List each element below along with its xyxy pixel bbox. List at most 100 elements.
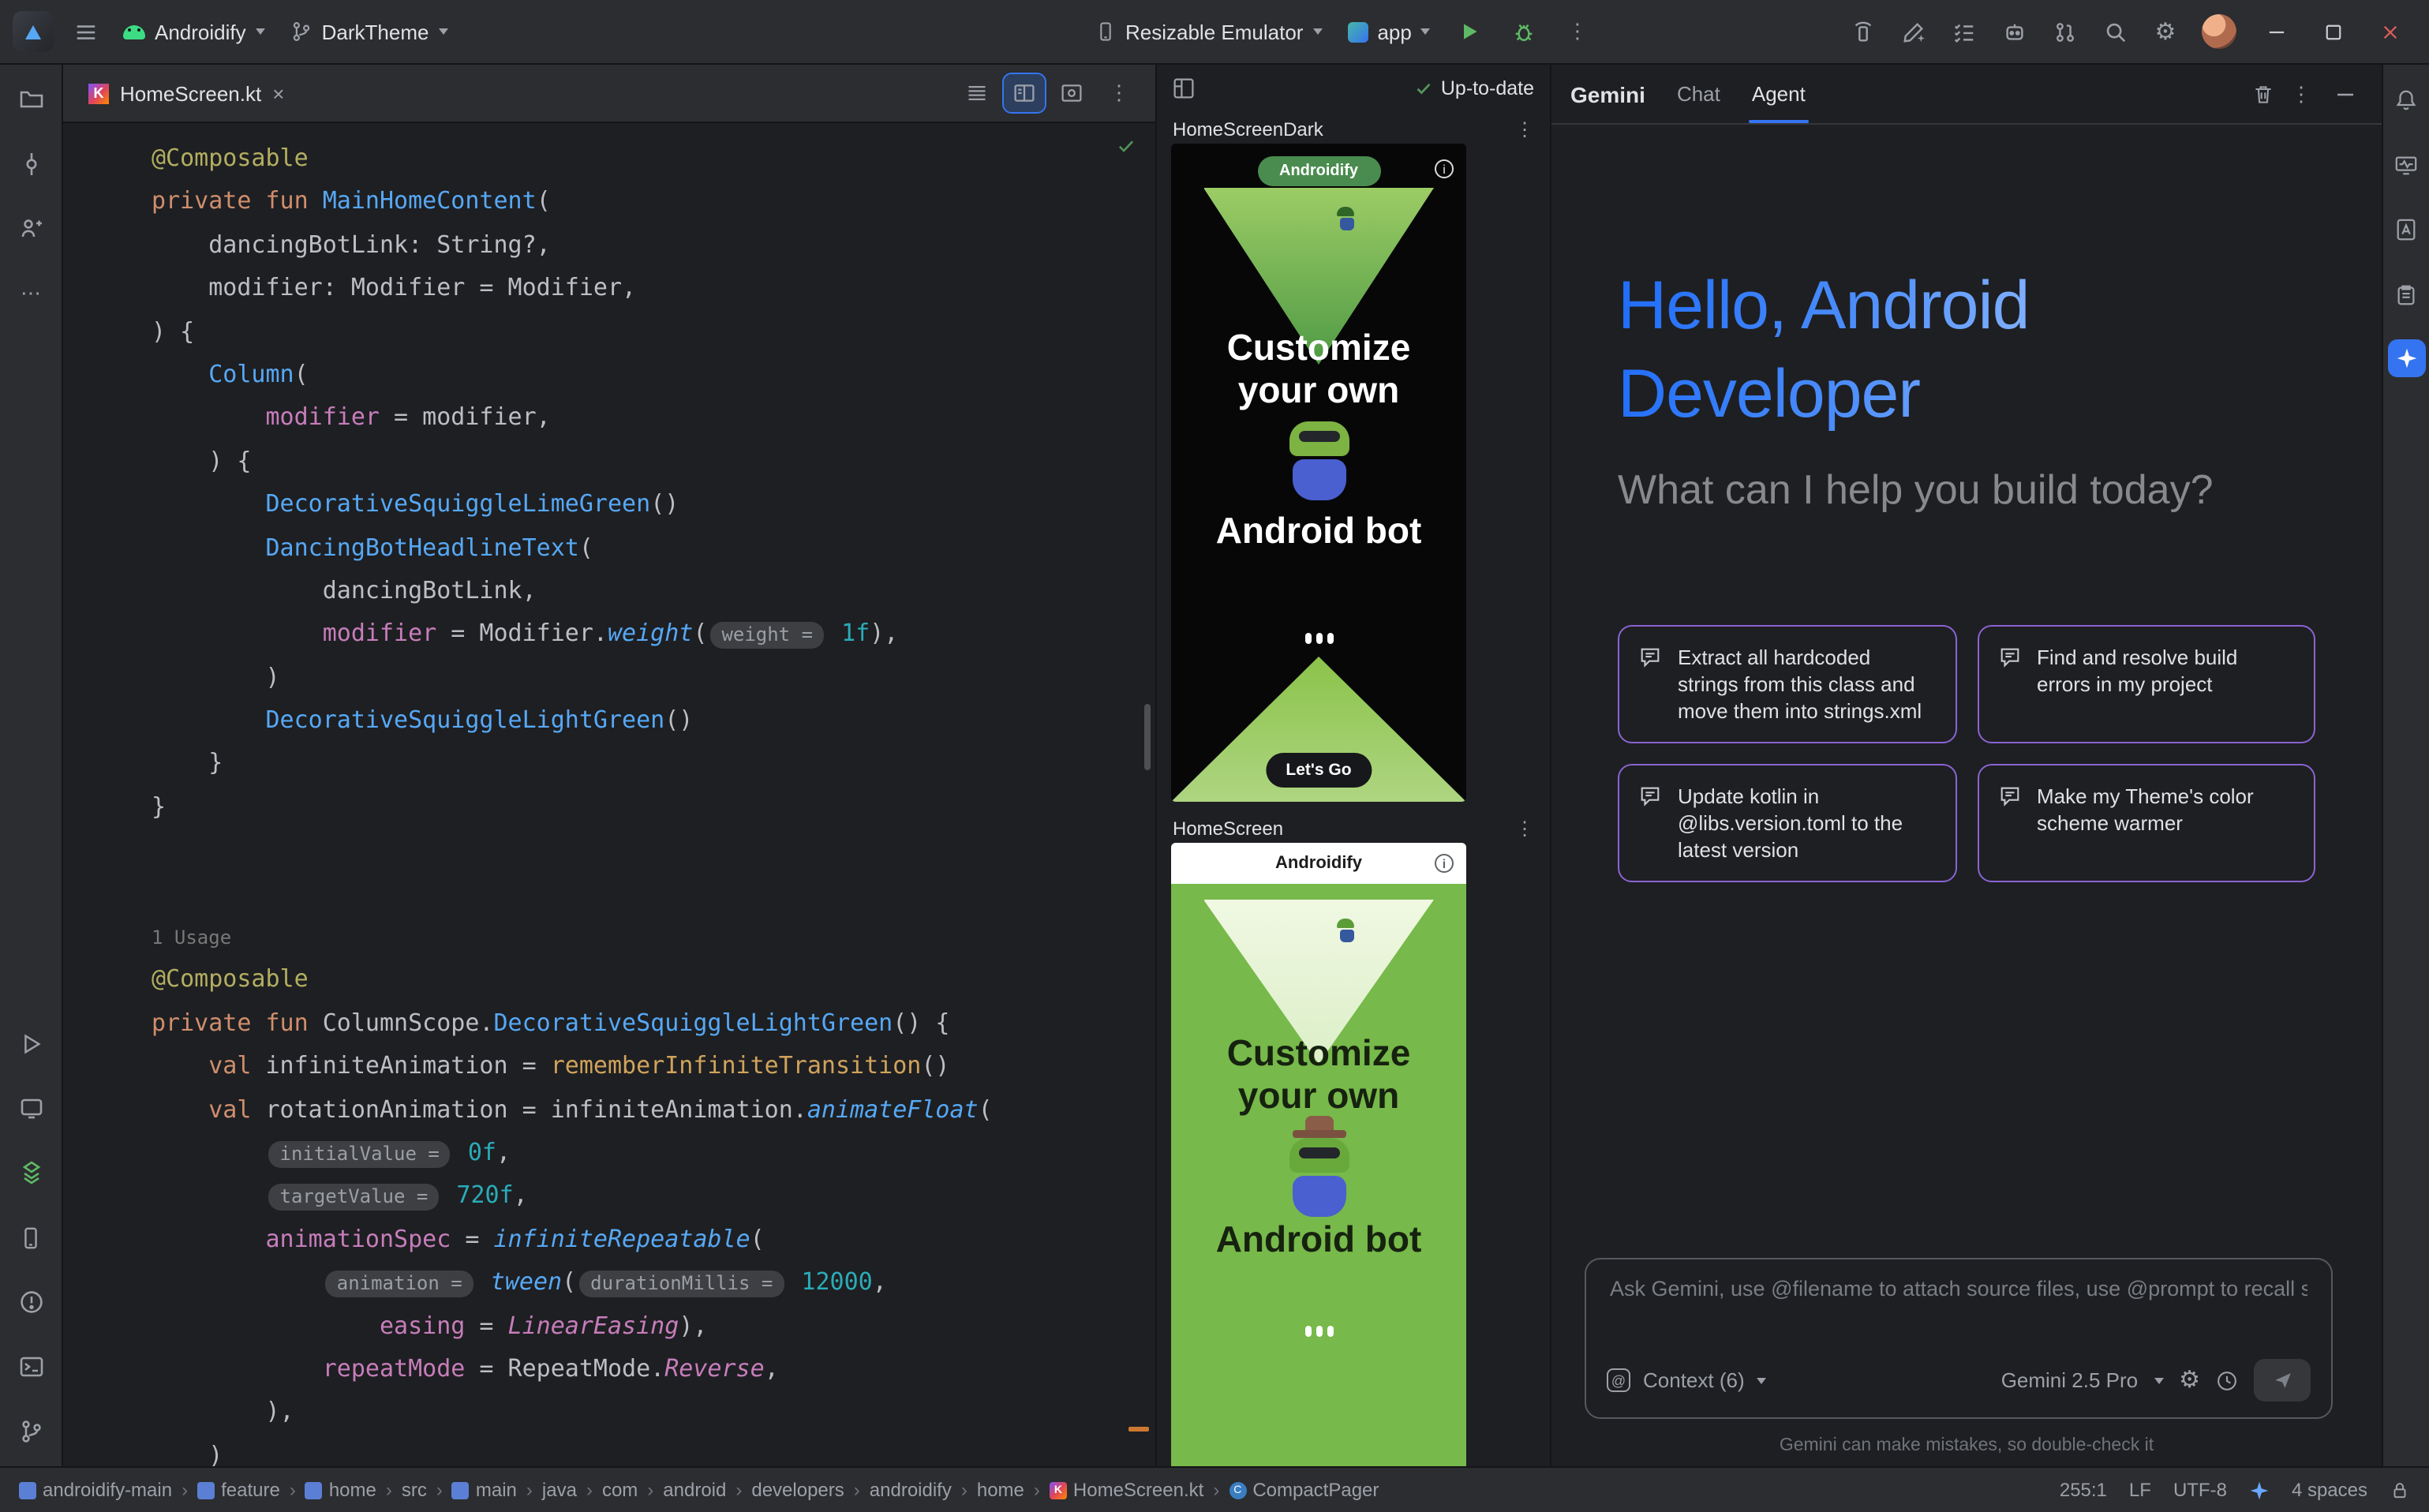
debug-button[interactable]	[1500, 9, 1548, 54]
user-avatar[interactable]	[2202, 14, 2236, 49]
ui-check-tool-icon[interactable]	[12, 1089, 50, 1127]
code-line[interactable]: ) {	[152, 440, 1155, 483]
editor-tab-homescreen[interactable]: K HomeScreen.kt ×	[73, 65, 300, 122]
ai-agent-icon[interactable]	[1990, 9, 2038, 54]
code-line[interactable]: targetValue = 720f,	[152, 1175, 1155, 1218]
code-line[interactable]: }	[152, 786, 1155, 829]
code-line[interactable]: repeatMode = RepeatMode.Reverse,	[152, 1348, 1155, 1391]
breadcrumb-item[interactable]: feature	[197, 1479, 280, 1501]
breadcrumb-item[interactable]: androidify	[870, 1479, 952, 1501]
breadcrumb-item[interactable]: home	[305, 1479, 376, 1501]
logcat-tool-icon[interactable]	[2387, 275, 2425, 313]
code-line[interactable]: ) {	[152, 310, 1155, 354]
code-line[interactable]	[152, 872, 1155, 915]
code-line[interactable]: DecorativeSquiggleLightGreen()	[152, 699, 1155, 743]
preview-homescreendark[interactable]: Androidify Customize your own Android bo…	[1171, 144, 1466, 802]
gemini-options-icon[interactable]: ⋮	[2284, 81, 2319, 107]
breadcrumb-item[interactable]: androidify-main	[19, 1479, 172, 1501]
preview-options-icon[interactable]: ⋮	[1515, 118, 1534, 140]
suggestion-card-build-errors[interactable]: Find and resolve build errors in my proj…	[1977, 625, 2315, 743]
pull-request-icon[interactable]	[2041, 9, 2088, 54]
pull-requests-tool-icon[interactable]	[12, 210, 50, 248]
gemini-prompt-box[interactable]: Context (6) Gemini 2.5 Pro ⚙	[1585, 1258, 2333, 1419]
vcs-branch-selector[interactable]: DarkTheme	[281, 9, 458, 54]
model-selector[interactable]: Gemini 2.5 Pro	[2001, 1368, 2138, 1392]
suggestion-card-update-kotlin[interactable]: Update kotlin in @libs.version.toml to t…	[1618, 764, 1956, 882]
warning-stripe-mark[interactable]	[1128, 1427, 1149, 1432]
code-line[interactable]: ),	[152, 1391, 1155, 1435]
device-streaming-icon[interactable]	[1839, 9, 1886, 54]
code-line[interactable]: val infiniteAnimation = rememberInfinite…	[152, 1045, 1155, 1088]
more-actions-button[interactable]: ⋮	[1554, 9, 1601, 54]
code-line[interactable]: initialValue = 0f,	[152, 1132, 1155, 1175]
task-checklist-icon[interactable]	[1940, 9, 1987, 54]
preview-label-dark[interactable]: HomeScreenDark ⋮	[1157, 118, 1550, 140]
code-line[interactable]: val rotationAnimation = infiniteAnimatio…	[152, 1088, 1155, 1132]
window-minimize-button[interactable]	[2249, 9, 2303, 54]
code-line[interactable]: animation = tween(durationMillis = 12000…	[152, 1261, 1155, 1304]
notifications-bell-icon[interactable]	[2387, 80, 2425, 118]
editor-scrollbar[interactable]	[1144, 704, 1151, 770]
lock-icon[interactable]	[2390, 1480, 2410, 1500]
breadcrumb-item[interactable]: main	[452, 1479, 517, 1501]
breadcrumb-item[interactable]: developers	[751, 1479, 844, 1501]
terminal-tool-icon[interactable]	[12, 1348, 50, 1386]
editor-list-view-icon[interactable]	[956, 74, 997, 112]
run-tool-icon[interactable]	[12, 1024, 50, 1062]
code-line[interactable]: animationSpec = infiniteRepeatable(	[152, 1218, 1155, 1262]
suggestion-card-theme-warmer[interactable]: Make my Theme's color scheme warmer	[1977, 764, 2315, 882]
build-variants-tool-icon[interactable]	[12, 1154, 50, 1192]
code-line[interactable]: }	[152, 743, 1155, 786]
code-line[interactable]: @Composable	[152, 959, 1155, 1002]
suggestion-card-extract-strings[interactable]: Extract all hardcoded strings from this …	[1618, 625, 1956, 743]
send-button[interactable]	[2254, 1359, 2311, 1402]
device-selector[interactable]: Resizable Emulator	[1086, 9, 1331, 54]
run-config-selector[interactable]: app	[1338, 9, 1439, 54]
code-line[interactable]: DancingBotHeadlineText(	[152, 526, 1155, 570]
code-line[interactable]: 1 Usage	[152, 915, 1155, 959]
code-line[interactable]: DecorativeSquiggleLimeGreen()	[152, 483, 1155, 526]
code-line[interactable]: easing = LinearEasing),	[152, 1304, 1155, 1348]
code-line[interactable]: )	[152, 1434, 1155, 1466]
settings-gear-icon[interactable]: ⚙	[2142, 9, 2189, 54]
window-maximize-button[interactable]	[2306, 9, 2360, 54]
breadcrumb-item[interactable]: android	[663, 1479, 726, 1501]
breadcrumb-item[interactable]: CCompactPager	[1229, 1479, 1379, 1501]
hide-panel-icon[interactable]	[2328, 84, 2363, 103]
info-icon[interactable]	[1435, 854, 1454, 873]
lets-go-button[interactable]: Let's Go	[1265, 753, 1372, 788]
line-separator[interactable]: LF	[2129, 1479, 2151, 1501]
caret-position[interactable]: 255:1	[2060, 1479, 2107, 1501]
run-button[interactable]	[1447, 9, 1494, 54]
breadcrumb-item[interactable]: java	[542, 1479, 577, 1501]
gemini-settings-icon[interactable]: ⚙	[2179, 1368, 2200, 1392]
preview-label-light[interactable]: HomeScreen ⋮	[1157, 818, 1550, 840]
tab-chat[interactable]: Chat	[1677, 65, 1720, 123]
ai-spark-icon[interactable]	[2249, 1480, 2270, 1500]
breadcrumb-item[interactable]: home	[977, 1479, 1024, 1501]
inspections-status-icon[interactable]	[1116, 136, 1136, 156]
version-control-tool-icon[interactable]	[12, 1413, 50, 1450]
preview-homescreen[interactable]: Androidify Customize your own Android bo…	[1171, 843, 1466, 1466]
preview-options-icon[interactable]: ⋮	[1515, 818, 1534, 840]
code-line[interactable]: private fun ColumnScope.DecorativeSquigg…	[152, 1002, 1155, 1046]
project-selector[interactable]: Androidify	[114, 9, 275, 54]
code-editor[interactable]: @Composableprivate fun MainHomeContent( …	[63, 123, 1155, 1466]
problems-tool-icon[interactable]	[12, 1283, 50, 1321]
preview-layout-icon[interactable]	[1173, 77, 1195, 99]
indent-style[interactable]: 4 spaces	[2292, 1479, 2367, 1501]
code-line[interactable]: )	[152, 656, 1155, 699]
tab-agent[interactable]: Agent	[1752, 65, 1806, 123]
editor-split-view-icon[interactable]	[1004, 74, 1045, 112]
more-tools-icon[interactable]: ⋯	[12, 275, 50, 313]
gemini-prompt-input[interactable]	[1607, 1275, 2311, 1302]
commit-tool-icon[interactable]	[12, 145, 50, 183]
breadcrumb-item[interactable]: KHomeScreen.kt	[1050, 1479, 1203, 1501]
file-encoding[interactable]: UTF-8	[2173, 1479, 2227, 1501]
main-menu-button[interactable]	[63, 9, 107, 54]
code-line[interactable]: modifier: Modifier = Modifier,	[152, 267, 1155, 310]
code-line[interactable]: private fun MainHomeContent(	[152, 181, 1155, 224]
code-line[interactable]: @Composable	[152, 137, 1155, 181]
gemini-tool-icon[interactable]	[2387, 339, 2425, 377]
profiler-tool-icon[interactable]	[2387, 145, 2425, 183]
